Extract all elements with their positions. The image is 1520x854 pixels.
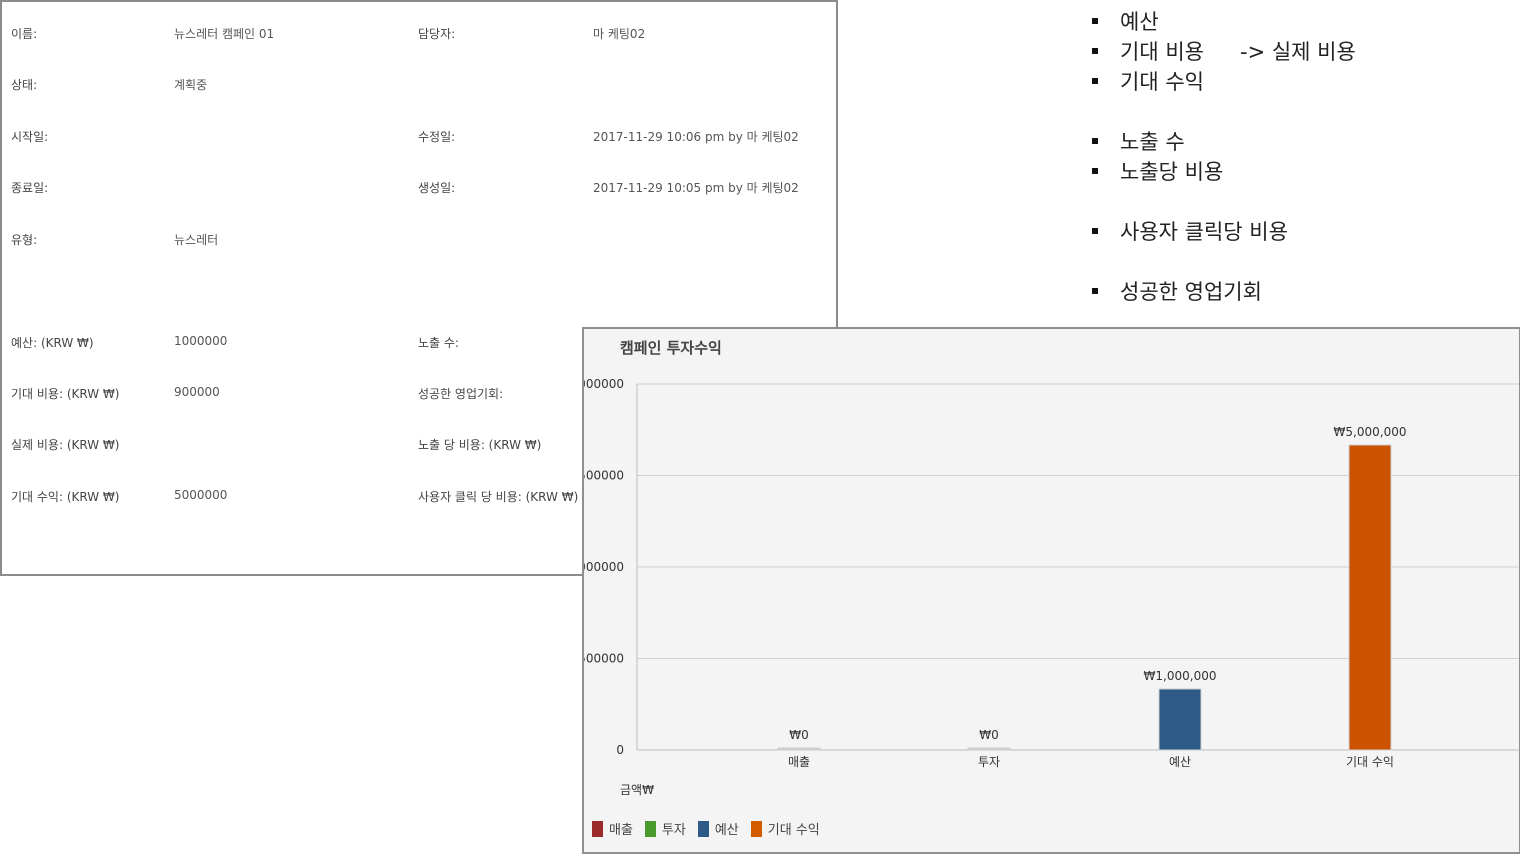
cost-per-click-label: 사용자 클릭 당 비용: (KRW ₩) [418,490,579,504]
bullet-icon [1092,168,1098,174]
name-label: 이름: [11,27,38,41]
chart-bar [1348,444,1392,751]
name-value: 뉴스레터 캠페인 01 [174,27,275,41]
legend-label: 매출 [609,823,633,838]
expected-revenue-label: 기대 수익: (KRW ₩) [11,490,120,504]
legend-label: 예산 [714,823,739,838]
y-tick-label: 3000000 [584,560,624,574]
bullet-icon [1092,138,1098,144]
bar-data-label: ₩0 [979,728,999,742]
status-value: 계획중 [174,78,208,92]
legend-item[interactable]: 매출 [592,819,633,838]
y-tick-label: 4500000 [584,469,624,483]
budget-label: 예산: (KRW ₩) [11,336,94,350]
bullet-icon [1092,228,1098,234]
modified-value: 2017-11-29 10:06 pm by 마 케팅02 [593,130,799,144]
cost-per-impression-label: 노출 당 비용: (KRW ₩) [418,438,542,452]
owner-value[interactable]: 마 케팅02 [593,25,645,42]
note-text: 기대 수익 [1120,70,1204,94]
type-value: 뉴스레터 [174,233,219,247]
modified-label: 수정일: [418,130,456,144]
expected-cost-value: 900000 [174,385,220,399]
note-text: 성공한 영업기회 [1120,280,1262,304]
legend-swatch [592,820,603,837]
legend-item[interactable]: 예산 [697,819,739,838]
actual-cost-label: 실제 비용: (KRW ₩) [11,438,120,452]
note-text: 노출당 비용 [1120,160,1224,184]
expected-revenue-value: 5000000 [174,488,228,502]
legend-swatch [644,820,656,837]
owner-label: 담당자: [418,27,456,41]
y-tick-label: 0 [616,743,624,757]
note-arrow-text: -> 실제 비용 [1240,40,1356,64]
roi-chart-panel: 캠페인 투자수익 60000004500000300000015000000₩0… [582,327,1520,854]
created-label: 생성일: [418,181,456,195]
legend-label: 기대 수익 [767,823,820,838]
bar-data-label: ₩1,000,000 [1144,669,1217,683]
note-text: 노출 수 [1120,130,1185,154]
impressions-label: 노출 수: [418,336,459,350]
note-text: 예산 [1120,10,1159,34]
bar-data-label: ₩5,000,000 [1334,425,1407,439]
end-date-label: 종료일: [11,181,49,195]
x-tick-label: 매출 [788,755,810,769]
note-text: 기대 비용 [1120,40,1204,64]
legend-label: 투자 [661,823,686,838]
x-tick-label: 예산 [1169,755,1191,769]
chart-legend: 매출 투자 예산 기대 수익 [592,819,826,838]
chart-bar [1158,688,1202,751]
status-label: 상태: [11,78,38,92]
chart-bar [967,747,1011,751]
note-text: 사용자 클릭당 비용 [1120,220,1288,244]
bullet-icon [1092,288,1098,294]
budget-value: 1000000 [174,334,228,348]
x-tick-label: 기대 수익 [1346,755,1394,769]
legend-item[interactable]: 투자 [644,819,686,838]
created-value: 2017-11-29 10:05 pm by 마 케팅02 [593,181,799,195]
bullet-icon [1092,48,1098,54]
legend-swatch [750,820,762,837]
bullet-icon [1092,18,1098,24]
start-date-label: 시작일: [11,130,49,144]
y-tick-label: 6000000 [584,377,624,391]
legend-item[interactable]: 기대 수익 [750,819,820,838]
type-label: 유형: [11,233,38,247]
bullet-icon [1092,78,1098,84]
roi-bar-chart: 6000000 4500000 3000000 1500000 0 ₩0 매출 ₩0 투자 ₩1,… [584,377,1519,797]
legend-swatch [697,820,709,837]
x-tick-label: 투자 [978,755,1000,769]
chart-bar [777,747,821,751]
y-axis-label: 금액₩ [620,783,654,797]
expected-cost-label: 기대 비용: (KRW ₩) [11,387,120,401]
bar-data-label: ₩0 [789,728,809,742]
won-opportunities-label: 성공한 영업기회: [418,387,504,401]
y-tick-label: 1500000 [584,652,624,666]
